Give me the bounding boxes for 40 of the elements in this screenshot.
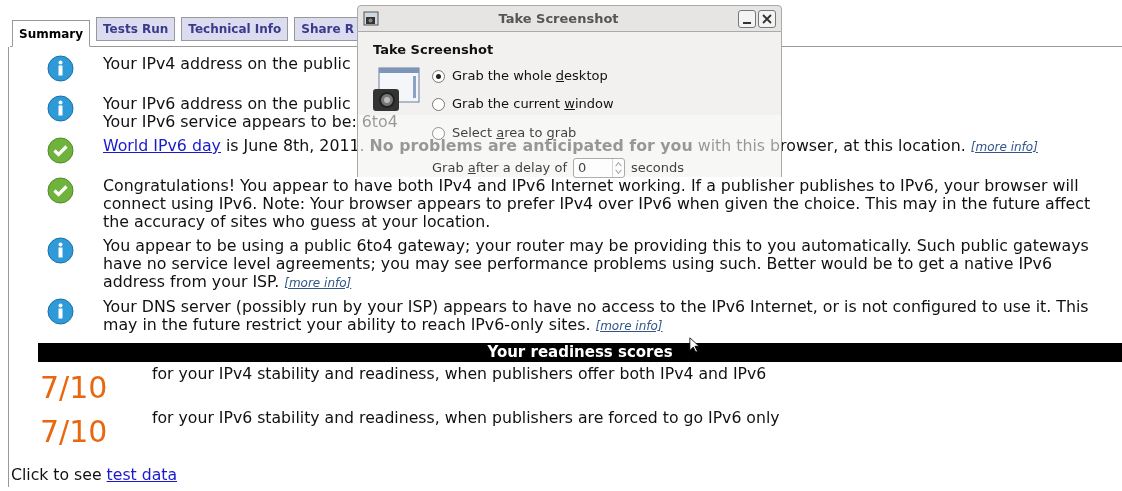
more-info-link[interactable]: [more info] [595, 319, 663, 333]
more-info-link[interactable]: [more info] [284, 276, 352, 290]
radio-label: Grab the current window [452, 95, 614, 113]
checkmark-icon [47, 137, 74, 164]
world-ipv6-day-link[interactable]: World IPv6 day [103, 136, 221, 155]
window-title: Take Screenshot [497, 9, 620, 28]
tab[interactable]: Technical Info [181, 17, 289, 41]
minimize-button[interactable] [738, 9, 756, 28]
message-text: Congratulations! You appear to have both IPv4 and IPv6 Internet working. If a publisher publishes to IPv6, your browser will connect using IPv6. Note: Your browser appears to prefer IPv4 over IPv6 when given the choice. This may in the future affect the accuracy of sites who guess at your location. [103, 177, 1092, 231]
info-icon [47, 55, 74, 82]
info-icon [47, 298, 74, 325]
dialog-heading: Take Screenshot [373, 42, 495, 58]
info-icon [47, 237, 74, 264]
message-text: Your IPv4 address on the public [103, 55, 351, 73]
close-button[interactable] [758, 9, 776, 28]
tab[interactable]: Summary [12, 20, 91, 47]
message-text: Your IPv6 address on the public Your IPv6 service appears to be: 6to4 [103, 95, 398, 131]
score-description: for your IPv4 stability and readiness, when publishers offer both IPv4 and IPv6 [152, 365, 767, 383]
radio-label: Grab the whole desktop [452, 67, 608, 85]
message-text: You appear to be using a public 6to4 gateway; your router may be providing this to you automatically. Such public gateways have no service level agreements; you may see performance problems using such. Better would be to get a native IPv6 address from your ISP. [more info] [103, 237, 1090, 292]
more-info-link[interactable]: [more info] [970, 140, 1038, 154]
minimize-icon [743, 21, 751, 24]
score-description: for your IPv6 stability and readiness, when publishers are forced to go IPv6 only [152, 409, 780, 427]
radio-button[interactable] [432, 126, 445, 140]
scores-header: Your readiness scores [38, 343, 1122, 362]
delay-unit: seconds [630, 159, 685, 178]
footer-text: Click to see test data [11, 464, 178, 486]
score-value: 7/10 [40, 413, 109, 451]
message-text: Your DNS server (possibly run by your ISP) appears to have no access to the IPv6 Internet, or is not configured to use it. This may in the future restrict your ability to reach IPv6-only sites. [more info] [103, 298, 1090, 335]
test-data-link[interactable]: test data [106, 465, 178, 484]
score-value: 7/10 [40, 369, 109, 407]
radio-label: Select area to grab [452, 124, 577, 140]
checkmark-icon [47, 177, 74, 204]
tab[interactable]: Tests Run [96, 17, 176, 41]
info-icon [47, 95, 74, 122]
app-icon [363, 10, 379, 27]
close-icon [762, 13, 772, 24]
mouse-cursor-icon [689, 337, 700, 353]
delay-label: Grab after a delay of [432, 159, 567, 178]
delay-spin-field[interactable]: 0 [572, 158, 625, 178]
